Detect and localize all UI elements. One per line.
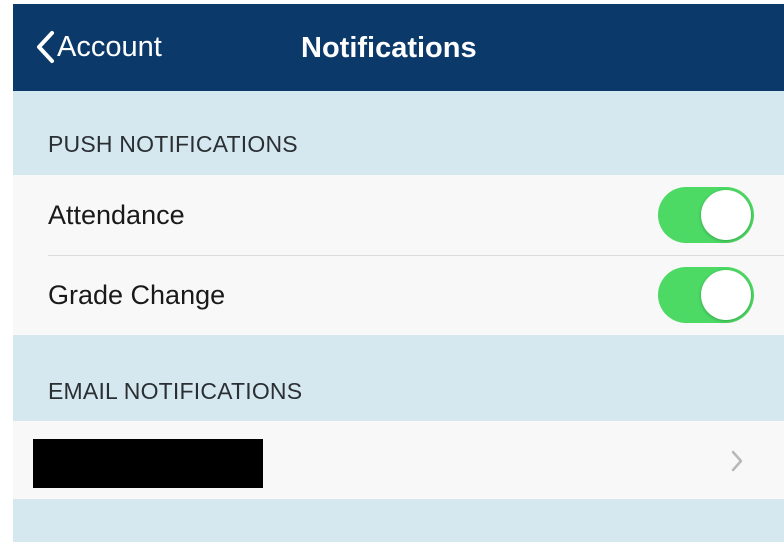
grade-change-toggle[interactable]	[658, 267, 754, 323]
notifications-screen: Account Notifications PUSH NOTIFICATIONS…	[13, 4, 784, 542]
push-notifications-header: PUSH NOTIFICATIONS	[48, 131, 298, 157]
navigation-bar: Account Notifications	[13, 4, 784, 91]
toggle-knob	[701, 190, 751, 240]
attendance-label: Attendance	[48, 199, 185, 230]
email-notifications-header: EMAIL NOTIFICATIONS	[48, 378, 303, 404]
back-button-label: Account	[57, 30, 162, 63]
attendance-row: Attendance	[13, 175, 784, 255]
email-address-row[interactable]	[13, 421, 784, 499]
redacted-email-block	[33, 439, 263, 488]
toggle-knob	[701, 270, 751, 320]
chevron-right-icon	[731, 450, 743, 472]
push-notifications-group: Attendance Grade Change	[13, 175, 784, 335]
chevron-left-icon	[37, 31, 54, 63]
attendance-toggle[interactable]	[658, 187, 754, 243]
back-button[interactable]: Account	[35, 30, 162, 64]
page-title: Notifications	[301, 32, 477, 64]
grade-change-row: Grade Change	[13, 255, 784, 335]
grade-change-label: Grade Change	[48, 279, 226, 310]
